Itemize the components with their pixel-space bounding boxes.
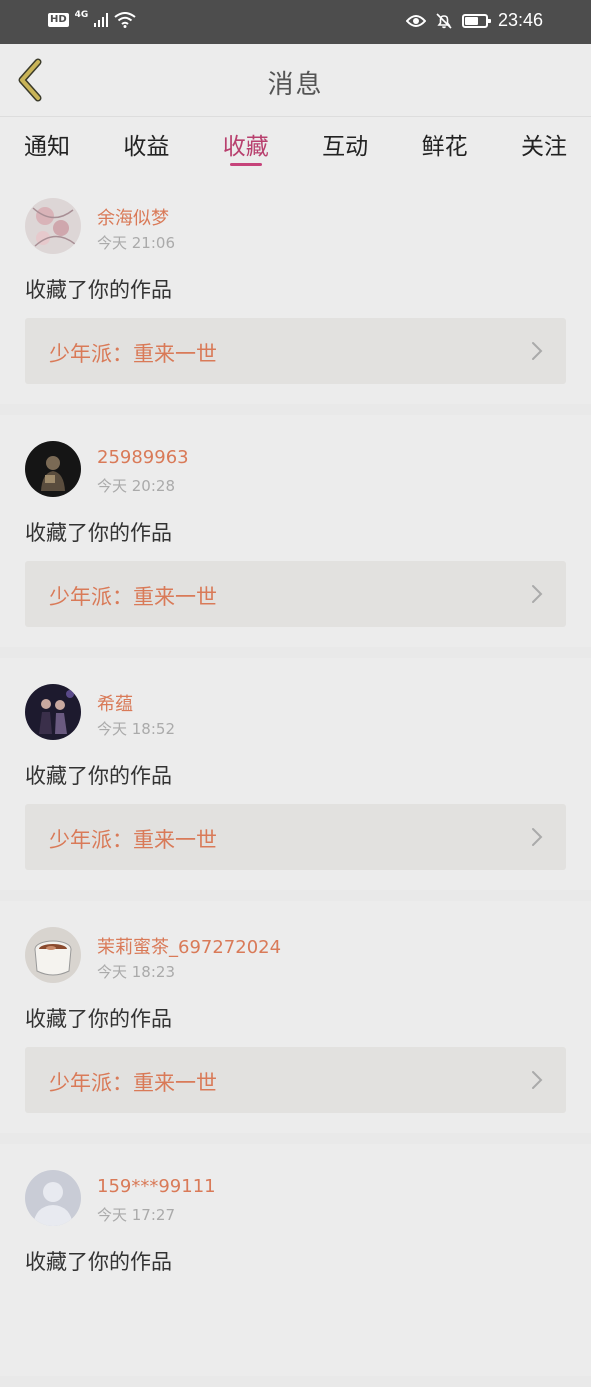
work-title: 少年派：重来一世 bbox=[49, 828, 217, 852]
status-left: HD 4G bbox=[48, 10, 136, 28]
tab-flowers[interactable]: 鲜花 bbox=[422, 117, 468, 172]
tab-notifications[interactable]: 通知 bbox=[24, 117, 70, 172]
work-link[interactable]: 少年派：重来一世 bbox=[25, 804, 566, 870]
tab-bar: 通知 收益 收藏 互动 鲜花 关注 bbox=[0, 116, 591, 172]
avatar[interactable] bbox=[25, 684, 81, 740]
message-card: 25989963 今天 20:28 收藏了你的作品 少年派：重来一世 bbox=[0, 415, 591, 647]
avatar[interactable] bbox=[25, 927, 81, 983]
battery-level bbox=[464, 16, 478, 25]
message-card: 希蕴 今天 18:52 收藏了你的作品 少年派：重来一世 bbox=[0, 658, 591, 890]
message-time: 今天 21:06 bbox=[97, 234, 175, 252]
message-time: 今天 20:28 bbox=[97, 477, 175, 495]
username[interactable]: 茉莉蜜茶_697272024 bbox=[97, 933, 281, 959]
message-card: 余海似梦 今天 21:06 收藏了你的作品 少年派：重来一世 bbox=[0, 172, 591, 404]
avatar[interactable] bbox=[25, 1170, 81, 1226]
signal-icon bbox=[94, 13, 109, 27]
username[interactable]: 25989963 bbox=[97, 447, 189, 468]
username[interactable]: 159***99111 bbox=[97, 1176, 216, 1197]
status-bar: HD 4G 23:46 bbox=[0, 0, 591, 44]
message-list: 余海似梦 今天 21:06 收藏了你的作品 少年派：重来一世 25989963 … bbox=[0, 172, 591, 1387]
message-action: 收藏了你的作品 bbox=[25, 278, 172, 302]
message-action: 收藏了你的作品 bbox=[25, 521, 172, 545]
chevron-right-icon bbox=[532, 828, 543, 846]
message-action: 收藏了你的作品 bbox=[25, 1250, 172, 1274]
username[interactable]: 余海似梦 bbox=[97, 204, 169, 230]
avatar[interactable] bbox=[25, 441, 81, 497]
status-time: 23:46 bbox=[497, 10, 543, 30]
message-time: 今天 17:27 bbox=[97, 1206, 175, 1224]
work-link[interactable]: 少年派：重来一世 bbox=[25, 561, 566, 627]
work-title: 少年派：重来一世 bbox=[49, 342, 217, 366]
bell-off-icon bbox=[436, 12, 452, 29]
username[interactable]: 希蕴 bbox=[97, 690, 133, 716]
chevron-right-icon bbox=[532, 1071, 543, 1089]
work-link[interactable]: 少年派：重来一世 bbox=[25, 1047, 566, 1113]
message-action: 收藏了你的作品 bbox=[25, 764, 172, 788]
message-card: 茉莉蜜茶_697272024 今天 18:23 收藏了你的作品 少年派：重来一世 bbox=[0, 901, 591, 1133]
battery-icon bbox=[461, 13, 491, 28]
work-title: 少年派：重来一世 bbox=[49, 585, 217, 609]
tab-favorites[interactable]: 收藏 bbox=[223, 117, 269, 172]
wifi-icon bbox=[114, 12, 136, 28]
work-link[interactable]: 少年派：重来一世 bbox=[25, 318, 566, 384]
message-time: 今天 18:52 bbox=[97, 720, 175, 738]
message-time: 今天 18:23 bbox=[97, 963, 175, 981]
tab-earnings[interactable]: 收益 bbox=[123, 117, 169, 172]
page-title: 消息 bbox=[267, 70, 324, 100]
tab-follows[interactable]: 关注 bbox=[521, 117, 567, 172]
work-title: 少年派：重来一世 bbox=[49, 1071, 217, 1095]
message-card: 159***99111 今天 17:27 收藏了你的作品 bbox=[0, 1144, 591, 1376]
avatar[interactable] bbox=[25, 198, 81, 254]
eye-icon bbox=[405, 14, 426, 27]
tab-interactions[interactable]: 互动 bbox=[322, 117, 368, 172]
network-label: 4G bbox=[74, 10, 89, 20]
message-action: 收藏了你的作品 bbox=[25, 1007, 172, 1031]
chevron-right-icon bbox=[532, 585, 543, 603]
chevron-right-icon bbox=[532, 342, 543, 360]
status-right: 23:46 bbox=[405, 10, 543, 31]
header: 消息 bbox=[0, 44, 591, 116]
hd-badge: HD bbox=[48, 13, 69, 27]
